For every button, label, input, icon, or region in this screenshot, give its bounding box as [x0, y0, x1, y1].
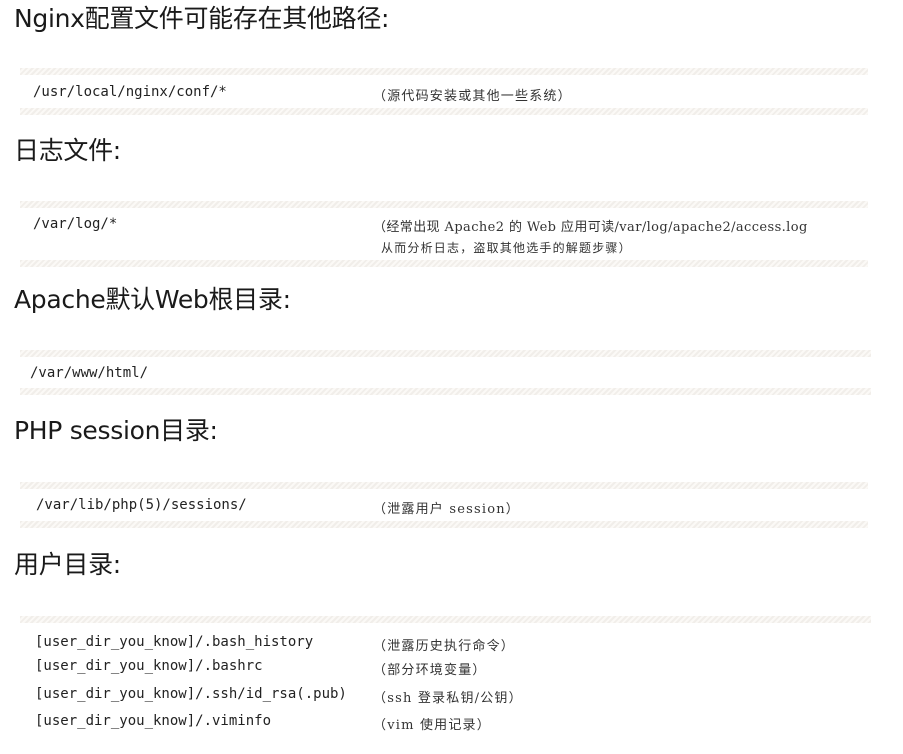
code-block-body: /var/www/html/	[20, 357, 871, 388]
code-block-body: [user_dir_you_know]/.bash_history （泄露历史执…	[20, 623, 871, 739]
code-block-logs: /var/log/* （经常出现 Apache2 的 Web 应用可读/var/…	[20, 201, 868, 267]
stripe-top	[20, 350, 871, 357]
code-block-nginx: /usr/local/nginx/conf/* （源代码安装或其他一些系统）	[20, 68, 868, 115]
note-text: （源代码安装或其他一些系统）	[373, 89, 572, 104]
path-text: /usr/local/nginx/conf/*	[33, 84, 227, 100]
path-text: [user_dir_you_know]/.bashrc	[35, 658, 263, 674]
path-text: [user_dir_you_know]/.ssh/id_rsa(.pub)	[35, 686, 347, 702]
note-text: （经常出现 Apache2 的 Web 应用可读/var/log/apache2…	[373, 220, 808, 235]
code-block-body: /usr/local/nginx/conf/* （源代码安装或其他一些系统）	[20, 75, 868, 108]
section-heading-logs: 日志文件:	[14, 136, 121, 165]
code-block-body: /var/log/* （经常出现 Apache2 的 Web 应用可读/var/…	[20, 208, 868, 260]
section-heading-nginx: Nginx配置文件可能存在其他路径:	[14, 4, 390, 33]
path-text: /var/log/*	[33, 216, 118, 232]
note-text: （部分环境变量）	[373, 663, 487, 678]
code-block-php-session: /var/lib/php(5)/sessions/ （泄露用户 session）	[20, 482, 868, 528]
stripe-bottom	[20, 260, 868, 267]
path-text: /var/www/html/	[30, 365, 149, 381]
note-text: （泄露用户 session）	[373, 502, 520, 517]
stripe-top	[20, 616, 871, 623]
path-text: /var/lib/php(5)/sessions/	[36, 497, 247, 513]
section-heading-php-session: PHP session目录:	[14, 416, 218, 445]
path-text: [user_dir_you_know]/.viminfo	[35, 713, 272, 729]
stripe-bottom	[20, 108, 868, 115]
section-heading-apache: Apache默认Web根目录:	[14, 285, 291, 314]
stripe-top	[20, 482, 868, 489]
note-text: （泄露历史执行命令）	[373, 639, 516, 654]
path-text: [user_dir_you_know]/.bash_history	[35, 634, 314, 650]
stripe-top	[20, 68, 868, 75]
stripe-bottom	[20, 388, 871, 395]
note-text: （ssh 登录私钥/公钥）	[373, 691, 523, 706]
code-block-apache: /var/www/html/	[20, 350, 871, 395]
note-text-line2: 从而分析日志，盗取其他选手的解题步骤）	[381, 241, 632, 255]
section-heading-user-dir: 用户目录:	[14, 550, 121, 579]
stripe-top	[20, 201, 868, 208]
code-block-body: /var/lib/php(5)/sessions/ （泄露用户 session）	[20, 489, 868, 521]
stripe-bottom	[20, 521, 868, 528]
note-text: （vim 使用记录）	[373, 718, 491, 733]
code-block-user-dir: [user_dir_you_know]/.bash_history （泄露历史执…	[20, 616, 871, 739]
